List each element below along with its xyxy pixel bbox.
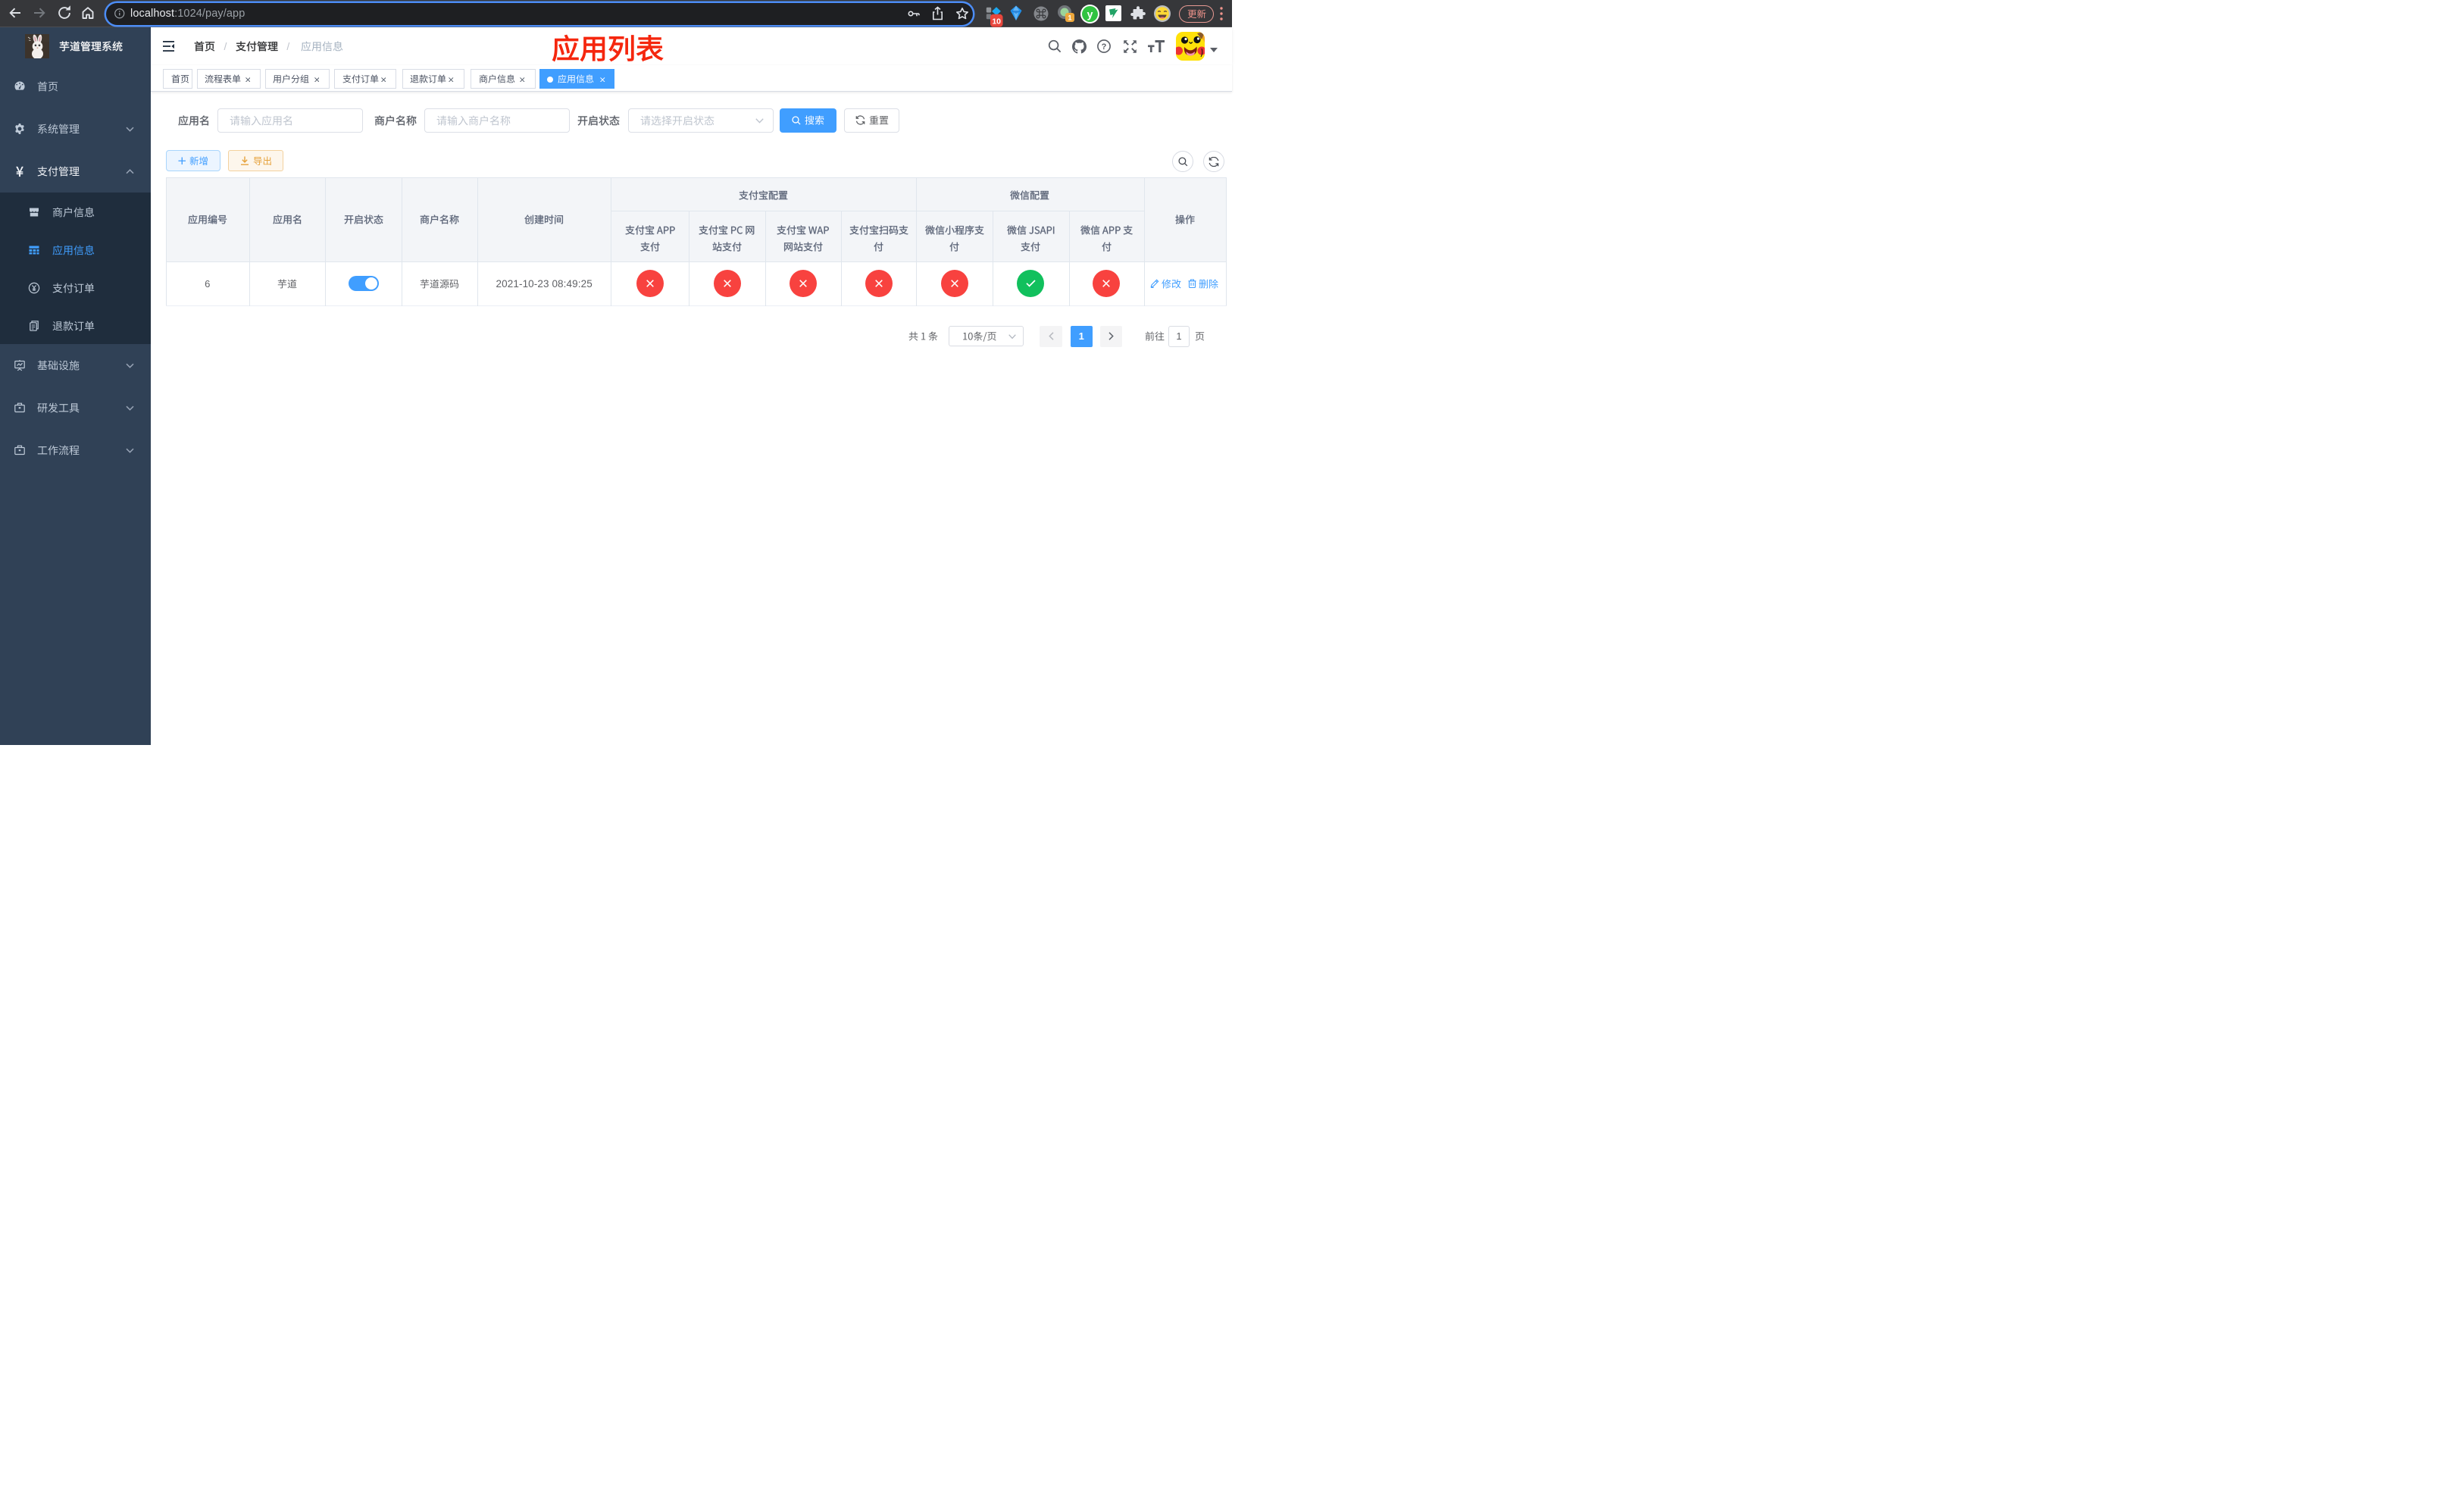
svg-text:1: 1: [1068, 14, 1072, 22]
svg-text:?: ?: [1102, 42, 1107, 52]
svg-text:y: y: [1087, 8, 1093, 20]
svg-text:10: 10: [992, 17, 1001, 26]
